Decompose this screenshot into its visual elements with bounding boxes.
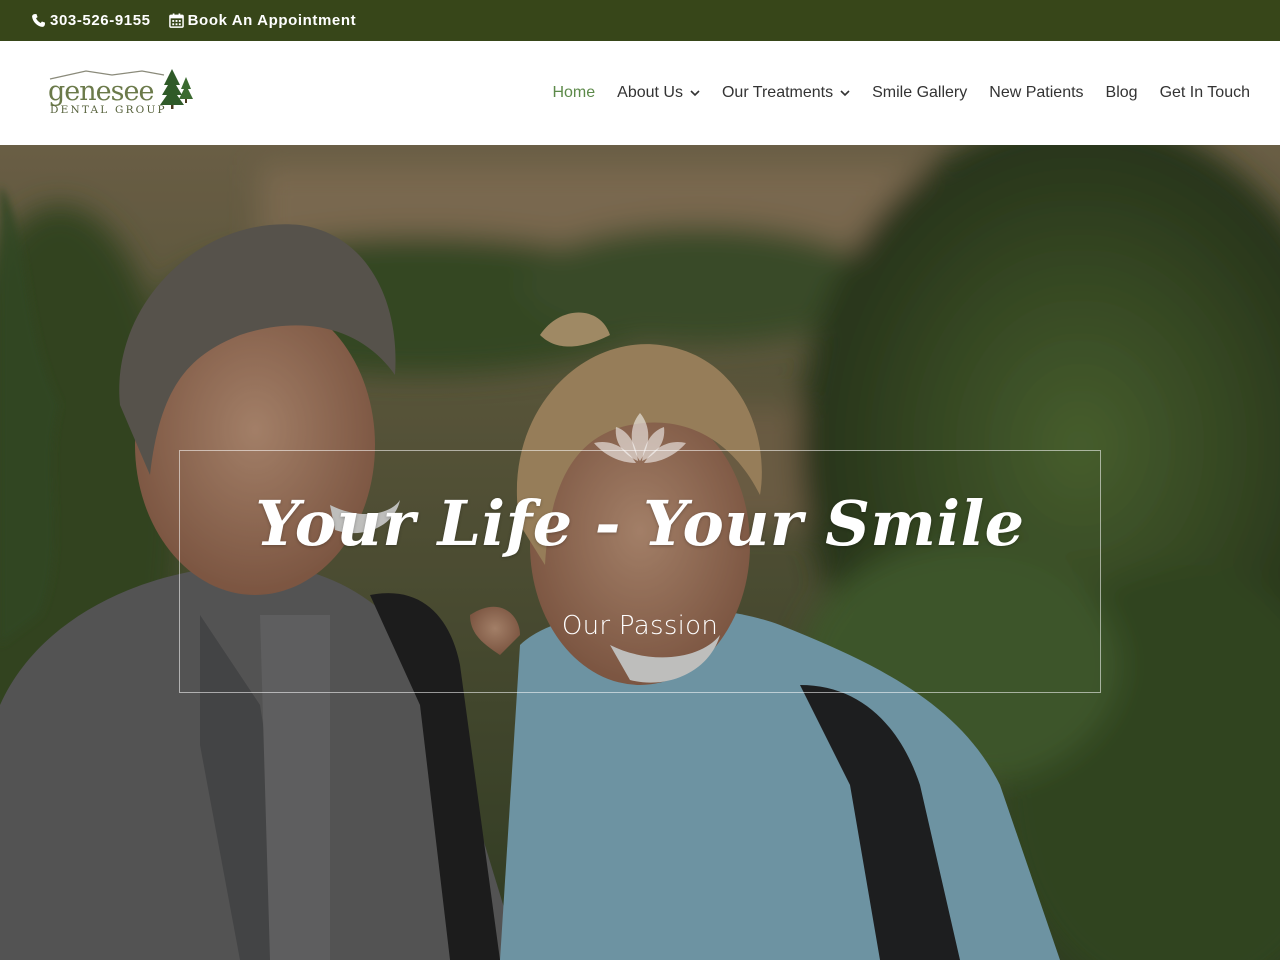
svg-text:DENTAL GROUP: DENTAL GROUP — [50, 104, 167, 116]
chevron-down-icon — [690, 89, 700, 97]
nav-label: Home — [552, 84, 596, 101]
phone-number: 303-526-9155 — [50, 12, 151, 29]
hero-subtitle: Our Passion — [561, 611, 719, 641]
nav-item-about-us[interactable]: About Us — [617, 84, 700, 102]
nav-label: Our Treatments — [721, 84, 834, 101]
hero-title: Your Life - Your Smile — [255, 487, 1025, 560]
site-header: genesee DENTAL GROUP Home About Us Our T… — [0, 41, 1280, 145]
nav-label: New Patients — [989, 84, 1084, 101]
book-appointment-link[interactable]: Book An Appointment — [168, 12, 357, 29]
nav-item-blog[interactable]: Blog — [1106, 84, 1138, 102]
phone-link[interactable]: 303-526-9155 — [31, 12, 151, 29]
hero-section: Your Life - Your Smile Our Passion — [0, 145, 1280, 960]
main-nav: Home About Us Our Treatments Smile Galle… — [530, 41, 1250, 145]
chevron-down-icon — [840, 89, 850, 97]
nav-label: About Us — [617, 84, 683, 101]
phone-icon — [32, 13, 46, 27]
lotus-icon — [592, 409, 688, 473]
nav-label: Smile Gallery — [872, 84, 968, 101]
nav-item-new-patients[interactable]: New Patients — [989, 84, 1083, 102]
calendar-icon — [168, 13, 184, 28]
nav-label: Blog — [1105, 84, 1138, 101]
nav-item-smile-gallery[interactable]: Smile Gallery — [872, 84, 967, 102]
nav-item-get-in-touch[interactable]: Get In Touch — [1160, 84, 1250, 102]
nav-label: Get In Touch — [1159, 84, 1250, 101]
book-appointment-label: Book An Appointment — [187, 12, 357, 29]
svg-text:genesee: genesee — [48, 76, 153, 107]
site-logo[interactable]: genesee DENTAL GROUP — [46, 67, 198, 119]
top-bar: 303-526-9155 Book An Appointment — [0, 0, 1280, 41]
nav-item-home[interactable]: Home — [552, 84, 595, 102]
nav-item-our-treatments[interactable]: Our Treatments — [722, 84, 850, 102]
